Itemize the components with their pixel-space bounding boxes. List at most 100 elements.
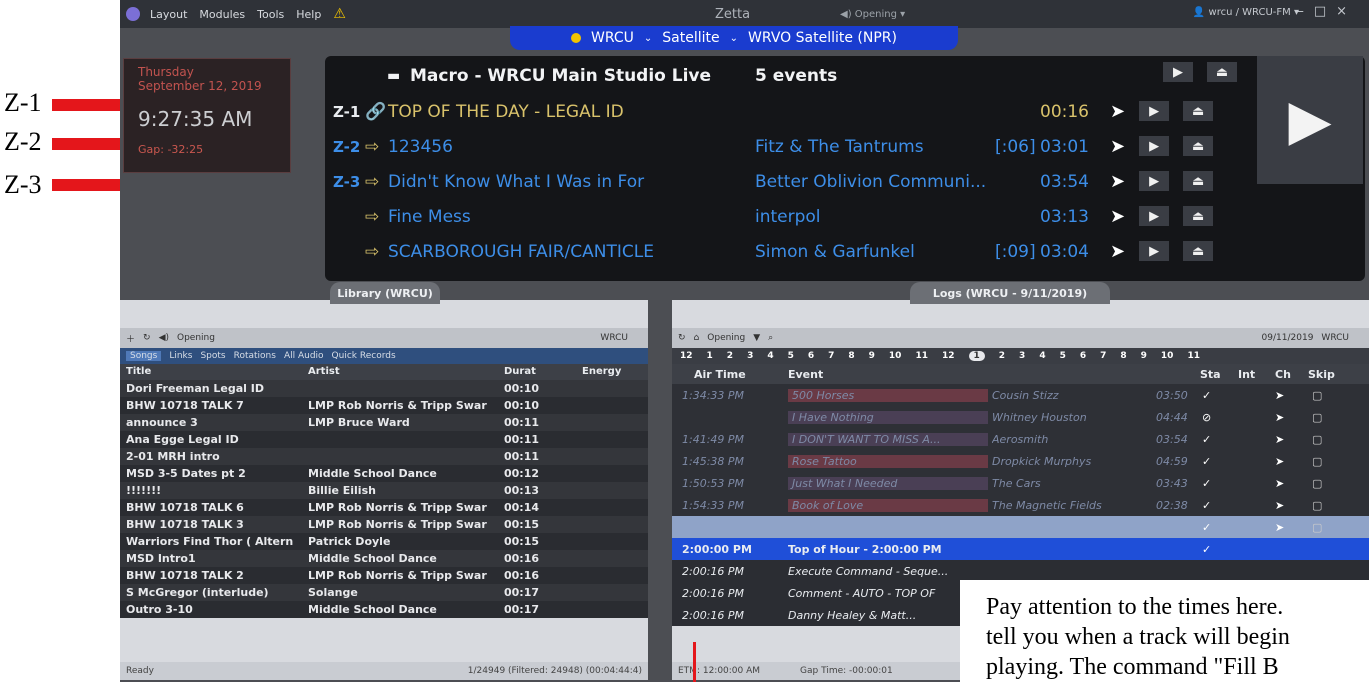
hour-4[interactable]: 4 [1039,351,1045,361]
player-row[interactable]: ⇨ SCARBOROUGH FAIR/CANTICLE Simon & Garfun… [325,234,1365,269]
library-tab-all-audio[interactable]: All Audio [284,351,324,361]
hour-2[interactable]: 2 [727,351,733,361]
hour-12[interactable]: 12 [680,351,693,361]
library-row[interactable]: !!!!!!! Billie Eilish 00:13 [120,482,648,499]
skip-checkbox[interactable]: ▢ [1312,411,1322,424]
eject-button[interactable]: ⏏ [1183,136,1214,156]
log-row[interactable]: ✓ ➤ ▢ [672,516,1369,538]
hour-1[interactable]: 1 [707,351,713,361]
user-menu[interactable]: 👤 wrcu / WRCU-FM ▾ [1193,7,1299,18]
col-air-time[interactable]: Air Time [694,368,746,381]
chain-icon[interactable]: ➤ [1275,455,1284,468]
hour-11[interactable]: 11 [1187,351,1200,361]
top-mode-selector[interactable]: ◀) Opening ▾ [840,9,905,20]
skip-checkbox[interactable]: ▢ [1312,477,1322,490]
library-row[interactable]: BHW 10718 TALK 6 LMP Rob Norris & Tripp S… [120,499,648,516]
warning-icon[interactable]: ⚠ [333,6,346,22]
library-station[interactable]: WRCU [600,333,628,343]
col-artist[interactable]: Artist [308,366,340,377]
library-row[interactable]: BHW 10718 TALK 3 LMP Rob Norris & Tripp S… [120,516,648,533]
library-row[interactable]: MSD 3-5 Dates pt 2 Middle School Dance 00:… [120,465,648,482]
hour-11[interactable]: 11 [915,351,928,361]
menu-help[interactable]: Help [296,8,321,21]
logs-title[interactable]: Logs (WRCU - 9/11/2019) [910,282,1110,304]
add-icon[interactable]: ＋ [126,332,135,345]
library-row[interactable]: BHW 10718 TALK 7 LMP Rob Norris & Tripp S… [120,397,648,414]
library-row[interactable]: 2-01 MRH intro 00:11 [120,448,648,465]
player-row[interactable]: Z-3 ⇨ Didn't Know What I Was in For Better … [325,164,1365,199]
skip-checkbox[interactable]: ▢ [1312,499,1322,512]
library-row[interactable]: BHW 10718 TALK 2 LMP Rob Norris & Tripp S… [120,567,648,584]
hour-12[interactable]: 12 [942,351,955,361]
station-feed[interactable]: WRVO Satellite (NPR) [748,30,897,46]
search-icon[interactable]: ⌕ [768,333,773,343]
hour-1[interactable]: 1 [968,351,985,361]
hour-3[interactable]: 3 [1019,351,1025,361]
logs-station[interactable]: WRCU [1321,333,1349,343]
col-duration[interactable]: Durat [504,366,536,377]
window-controls[interactable]: –□× [1297,4,1357,19]
col-skip[interactable]: Skip [1308,368,1335,381]
library-row[interactable]: Warriors Find Thor ( Altern Patrick Doyle… [120,533,648,550]
segue-icon[interactable]: ➤ [1110,136,1125,157]
skip-checkbox[interactable]: ▢ [1312,433,1322,446]
library-tab-quick-records[interactable]: Quick Records [332,351,396,361]
hour-5[interactable]: 5 [1060,351,1066,361]
eject-button[interactable]: ⏏ [1183,171,1214,191]
skip-checkbox[interactable]: ▢ [1312,389,1322,402]
library-mode[interactable]: Opening [177,333,215,343]
log-row[interactable]: 1:34:33 PM 500 Horses Cousin Stizz 03:50 ✓ ➤ ▢ [672,384,1369,406]
eject-button[interactable]: ⏏ [1183,101,1214,121]
library-tab-links[interactable]: Links [169,351,192,361]
col-status[interactable]: Sta [1200,368,1221,381]
hour-7[interactable]: 7 [828,351,834,361]
log-row[interactable]: 2:00:00 PM Top of Hour - 2:00:00 PM ✓ [672,538,1369,560]
logs-date[interactable]: 09/11/2019 [1262,333,1314,343]
segue-icon[interactable]: ➤ [1110,101,1125,122]
play-button[interactable]: ▶ [1139,136,1170,156]
player-row[interactable]: Z-1 🔗 TOP OF THE DAY - LEGAL ID 00:16 ➤ ▶ ⏏ [325,94,1365,129]
log-row[interactable]: 1:50:53 PM Just What I Needed The Cars 03:4… [672,472,1369,494]
hour-9[interactable]: 9 [869,351,875,361]
col-chain[interactable]: Ch [1275,368,1291,381]
filter-icon[interactable]: ▼ [753,333,760,343]
home-icon[interactable]: ⌂ [694,333,700,343]
library-title[interactable]: Library (WRCU) [330,282,440,304]
library-row[interactable]: Outro 3-10 Middle School Dance 00:17 [120,601,648,618]
library-row[interactable]: S McGregor (interlude) Solange 00:17 [120,584,648,601]
log-row[interactable]: 1:45:38 PM Rose Tattoo Dropkick Murphys 04:… [672,450,1369,472]
play-button[interactable]: ▶ [1139,101,1170,121]
hour-2[interactable]: 2 [999,351,1005,361]
log-row[interactable]: 1:54:33 PM Book of Love The Magnetic Field… [672,494,1369,516]
eject-button[interactable]: ⏏ [1183,241,1214,261]
hour-7[interactable]: 7 [1100,351,1106,361]
library-row[interactable]: Ana Egge Legal ID 00:11 [120,431,648,448]
hour-4[interactable]: 4 [767,351,773,361]
library-tab-spots[interactable]: Spots [200,351,225,361]
segue-icon[interactable]: ➤ [1110,241,1125,262]
log-row[interactable]: 1:41:49 PM I DON'T WANT TO MISS A... Aeros… [672,428,1369,450]
refresh-icon[interactable]: ↻ [143,333,151,343]
player-row[interactable]: Z-2 ⇨ 123456 Fitz & The Tantrums [:06] 03:01 ➤… [325,129,1365,164]
segue-icon[interactable]: ➤ [1110,206,1125,227]
hour-10[interactable]: 10 [1161,351,1174,361]
play-button[interactable]: ▶ [1139,206,1170,226]
hour-3[interactable]: 3 [747,351,753,361]
speaker-icon[interactable]: ◀) [159,333,169,343]
menu-modules[interactable]: Modules [199,8,245,21]
eject-button[interactable]: ⏏ [1183,206,1214,226]
chain-icon[interactable]: ➤ [1275,389,1284,402]
menu-tools[interactable]: Tools [257,8,284,21]
skip-checkbox[interactable]: ▢ [1312,521,1322,534]
hour-10[interactable]: 10 [889,351,902,361]
segue-icon[interactable]: ➤ [1110,171,1125,192]
hour-5[interactable]: 5 [788,351,794,361]
col-intro[interactable]: Int [1238,368,1255,381]
refresh-icon[interactable]: ↻ [678,333,686,343]
log-row[interactable]: 2:00:16 PM Execute Command - Seque... [672,560,1369,582]
station-source[interactable]: Satellite [662,30,719,46]
library-row[interactable]: announce 3 LMP Bruce Ward 00:11 [120,414,648,431]
hour-8[interactable]: 8 [1120,351,1126,361]
eject-button[interactable]: ⏏ [1207,62,1237,82]
log-row[interactable]: I Have Nothing Whitney Houston 04:44 ⊘ ➤ ▢ [672,406,1369,428]
